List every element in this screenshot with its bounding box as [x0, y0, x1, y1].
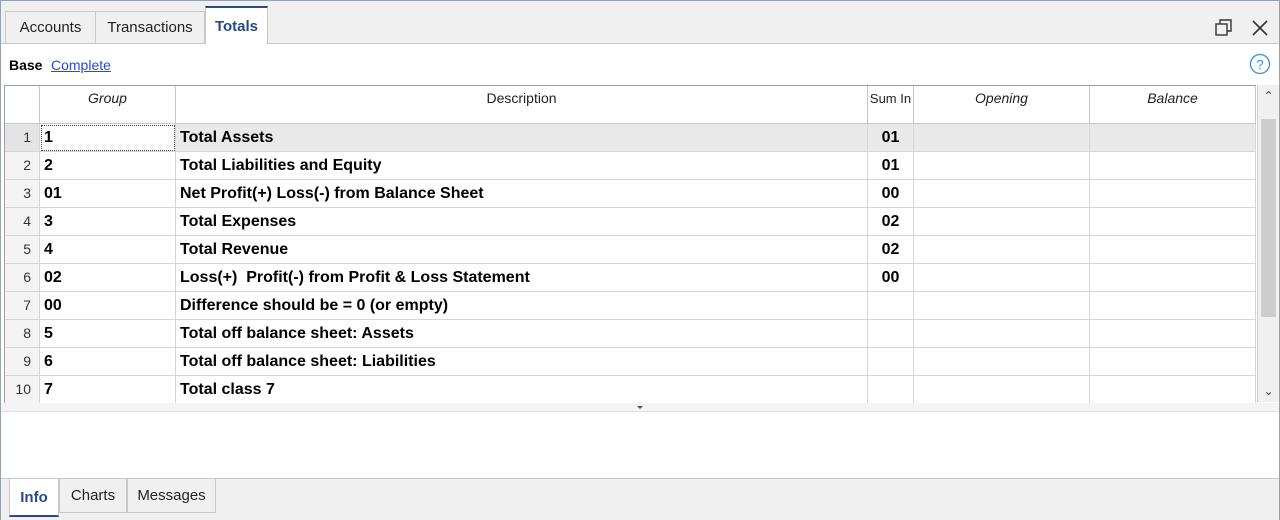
cell-description[interactable]: Total Liabilities and Equity [176, 152, 868, 180]
splitter-grip-icon [637, 406, 643, 409]
cell-group[interactable]: 1 [40, 124, 176, 152]
cell-balance[interactable] [1090, 376, 1256, 403]
cell-sum-in[interactable]: 01 [868, 124, 914, 152]
cell-description[interactable]: Total Revenue [176, 236, 868, 264]
table-row[interactable]: 3 01 Net Profit(+) Loss(-) from Balance Sh… [5, 180, 1256, 208]
cell-balance[interactable] [1090, 236, 1256, 264]
cell-group[interactable]: 02 [40, 264, 176, 292]
close-icon[interactable] [1249, 17, 1271, 39]
cell-description[interactable]: Total off balance sheet: Liabilities [176, 348, 868, 376]
scroll-thumb[interactable] [1261, 119, 1276, 317]
table-row[interactable]: 1 1 Total Assets 01 [5, 124, 1256, 152]
row-number: 4 [5, 208, 40, 236]
cell-group[interactable]: 7 [40, 376, 176, 403]
row-number-header [5, 86, 40, 124]
tab-messages[interactable]: Messages [127, 479, 216, 513]
row-number: 5 [5, 236, 40, 264]
tab-transactions[interactable]: Transactions [95, 11, 205, 43]
cell-balance[interactable] [1090, 292, 1256, 320]
column-header-group[interactable]: Group [40, 86, 176, 124]
cell-sum-in[interactable]: 02 [868, 236, 914, 264]
scroll-up-icon[interactable]: ⌃ [1258, 87, 1279, 105]
help-icon[interactable]: ? [1249, 53, 1271, 75]
svg-text:?: ? [1256, 57, 1263, 72]
row-number: 7 [5, 292, 40, 320]
table-row[interactable]: 5 4 Total Revenue 02 [5, 236, 1256, 264]
cell-description[interactable]: Difference should be = 0 (or empty) [176, 292, 868, 320]
table-row[interactable]: 7 00 Difference should be = 0 (or empty) [5, 292, 1256, 320]
bottom-tab-bar: Info Charts Messages [1, 478, 1279, 520]
cell-description[interactable]: Total Expenses [176, 208, 868, 236]
cell-group[interactable]: 3 [40, 208, 176, 236]
cell-description[interactable]: Total off balance sheet: Assets [176, 320, 868, 348]
column-header-sum-in[interactable]: Sum In [868, 86, 914, 124]
row-number: 3 [5, 180, 40, 208]
cell-opening[interactable] [914, 320, 1090, 348]
cell-sum-in[interactable] [868, 376, 914, 403]
cell-balance[interactable] [1090, 208, 1256, 236]
cell-opening[interactable] [914, 348, 1090, 376]
table-row[interactable]: 8 5 Total off balance sheet: Assets [5, 320, 1256, 348]
cell-sum-in[interactable]: 01 [868, 152, 914, 180]
cell-group[interactable]: 4 [40, 236, 176, 264]
cell-opening[interactable] [914, 292, 1090, 320]
cell-balance[interactable] [1090, 180, 1256, 208]
cell-description[interactable]: Loss(+) Profit(-) from Profit & Loss Sta… [176, 264, 868, 292]
cell-balance[interactable] [1090, 348, 1256, 376]
cell-balance[interactable] [1090, 152, 1256, 180]
cell-balance[interactable] [1090, 124, 1256, 152]
cell-sum-in[interactable]: 02 [868, 208, 914, 236]
tab-info[interactable]: Info [9, 479, 59, 517]
column-header-opening[interactable]: Opening [914, 86, 1090, 124]
row-number: 2 [5, 152, 40, 180]
column-header-balance[interactable]: Balance [1090, 86, 1256, 124]
tab-totals[interactable]: Totals [205, 6, 268, 44]
tab-accounts[interactable]: Accounts [5, 11, 96, 43]
cell-sum-in[interactable]: 00 [868, 264, 914, 292]
row-number: 1 [5, 124, 40, 152]
cell-balance[interactable] [1090, 264, 1256, 292]
vertical-scrollbar[interactable]: ⌃ ⌄ [1257, 85, 1279, 402]
cell-opening[interactable] [914, 124, 1090, 152]
table-row[interactable]: 10 7 Total class 7 [5, 376, 1256, 403]
table-row[interactable]: 2 2 Total Liabilities and Equity 01 [5, 152, 1256, 180]
cell-balance[interactable] [1090, 320, 1256, 348]
cell-group[interactable]: 6 [40, 348, 176, 376]
panel-splitter[interactable] [1, 403, 1279, 412]
cell-opening[interactable] [914, 236, 1090, 264]
cell-description[interactable]: Net Profit(+) Loss(-) from Balance Sheet [176, 180, 868, 208]
cell-group[interactable]: 5 [40, 320, 176, 348]
view-complete-link[interactable]: Complete [51, 57, 111, 73]
cell-description[interactable]: Total class 7 [176, 376, 868, 403]
cell-sum-in[interactable] [868, 292, 914, 320]
row-number: 10 [5, 376, 40, 403]
table-row[interactable]: 6 02 Loss(+) Profit(-) from Profit & Loss … [5, 264, 1256, 292]
cell-group[interactable]: 01 [40, 180, 176, 208]
view-base[interactable]: Base [9, 57, 42, 73]
table-row[interactable]: 4 3 Total Expenses 02 [5, 208, 1256, 236]
cell-opening[interactable] [914, 208, 1090, 236]
row-number: 8 [5, 320, 40, 348]
cell-sum-in[interactable] [868, 348, 914, 376]
row-number: 9 [5, 348, 40, 376]
cell-opening[interactable] [914, 376, 1090, 403]
row-number: 6 [5, 264, 40, 292]
top-tab-bar: Accounts Transactions Totals [1, 1, 1279, 44]
cell-opening[interactable] [914, 180, 1090, 208]
totals-table: Group Description Sum In Opening Balance… [4, 85, 1256, 404]
cell-group[interactable]: 00 [40, 292, 176, 320]
table-row[interactable]: 9 6 Total off balance sheet: Liabilities [5, 348, 1256, 376]
scroll-down-icon[interactable]: ⌄ [1258, 382, 1279, 400]
cell-opening[interactable] [914, 152, 1090, 180]
cell-description[interactable]: Total Assets [176, 124, 868, 152]
cell-opening[interactable] [914, 264, 1090, 292]
app-window: Accounts Transactions Totals Base Comple… [0, 0, 1280, 520]
restore-icon[interactable] [1213, 17, 1235, 39]
cell-group[interactable]: 2 [40, 152, 176, 180]
column-header-description[interactable]: Description [176, 86, 868, 124]
cell-sum-in[interactable] [868, 320, 914, 348]
view-bar: Base Complete ? [1, 44, 1279, 84]
cell-sum-in[interactable]: 00 [868, 180, 914, 208]
tab-charts[interactable]: Charts [59, 479, 127, 513]
